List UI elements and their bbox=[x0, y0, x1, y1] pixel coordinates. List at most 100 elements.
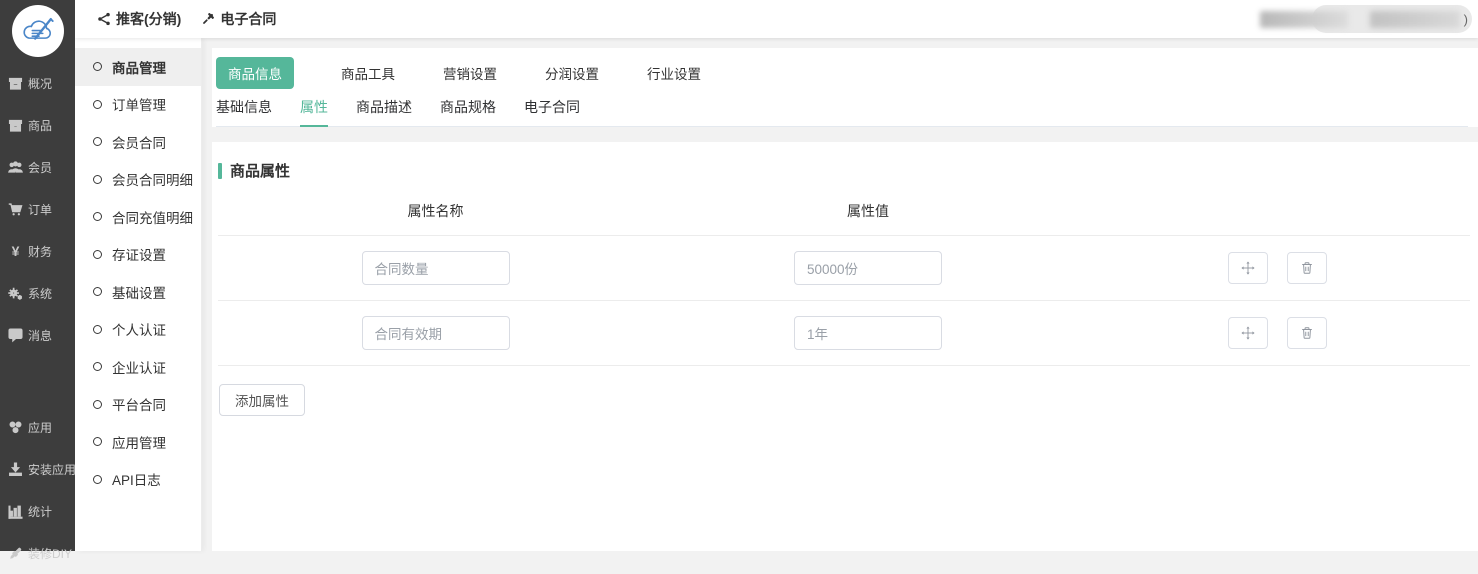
submenu-item-member-contract[interactable]: 会员合同 bbox=[75, 123, 201, 161]
sidebar-item-label: 概况 bbox=[28, 75, 52, 92]
add-attribute-button[interactable]: 添加属性 bbox=[219, 384, 305, 416]
attr-name-input[interactable] bbox=[362, 316, 510, 350]
attr-value-input[interactable] bbox=[794, 251, 942, 285]
gavel-icon bbox=[201, 12, 215, 26]
tab-goods-info[interactable]: 商品信息 bbox=[216, 57, 294, 89]
orders-icon bbox=[8, 202, 23, 217]
submenu-item-api-log[interactable]: API日志 bbox=[75, 461, 201, 499]
circle-bullet-icon bbox=[93, 400, 102, 409]
submenu-item-contract-recharge-detail[interactable]: 合同充值明细 bbox=[75, 198, 201, 236]
move-row-button[interactable] bbox=[1228, 317, 1268, 349]
delete-row-button[interactable] bbox=[1287, 317, 1327, 349]
sidebar-item-messages[interactable]: 消息 bbox=[0, 314, 75, 356]
submenu-item-label: 合同充值明细 bbox=[112, 207, 193, 227]
circle-bullet-icon bbox=[93, 475, 102, 484]
members-icon bbox=[8, 160, 23, 175]
redacted-user-text bbox=[1260, 11, 1348, 28]
submenu-item-enterprise-auth[interactable]: 企业认证 bbox=[75, 348, 201, 386]
message-icon bbox=[8, 328, 23, 343]
submenu-item-label: 应用管理 bbox=[112, 432, 166, 452]
submenu-item-basic-settings[interactable]: 基础设置 bbox=[75, 273, 201, 311]
submenu-item-platform-contract[interactable]: 平台合同 bbox=[75, 386, 201, 424]
submenu-item-personal-auth[interactable]: 个人认证 bbox=[75, 311, 201, 349]
sidebar-item-label: 安装应用 bbox=[28, 461, 76, 478]
topnav-tab-distribution[interactable]: 推客(分销) bbox=[97, 9, 181, 29]
user-account-area[interactable]: ) bbox=[1260, 4, 1468, 34]
sidebar-item-finance[interactable]: ¥ 财务 bbox=[0, 230, 75, 272]
sidebar-item-diy[interactable]: 装修DIY bbox=[0, 532, 75, 574]
submenu-item-label: API日志 bbox=[112, 469, 161, 489]
tab-profit-settings[interactable]: 分润设置 bbox=[544, 63, 600, 83]
redacted-user-text bbox=[1370, 11, 1460, 28]
sidebar-item-statistics[interactable]: 统计 bbox=[0, 490, 75, 532]
sidebar-item-label: 订单 bbox=[28, 201, 52, 218]
submenu-item-order-manage[interactable]: 订单管理 bbox=[75, 86, 201, 124]
tab-goods-tools[interactable]: 商品工具 bbox=[340, 63, 396, 83]
move-row-button[interactable] bbox=[1228, 252, 1268, 284]
circle-bullet-icon bbox=[93, 137, 102, 146]
system-icon bbox=[8, 286, 23, 301]
sidebar-item-orders[interactable]: 订单 bbox=[0, 188, 75, 230]
subtab-attributes[interactable]: 属性 bbox=[300, 97, 328, 127]
subtab-goods-spec[interactable]: 商品规格 bbox=[440, 97, 496, 127]
attr-table-row bbox=[218, 236, 1470, 301]
subtab-econtract[interactable]: 电子合同 bbox=[524, 97, 580, 127]
circle-bullet-icon bbox=[93, 325, 102, 334]
circle-bullet-icon bbox=[93, 62, 102, 71]
circle-bullet-icon bbox=[93, 175, 102, 184]
topbar: 推客(分销) 电子合同 ) bbox=[75, 0, 1478, 38]
attr-name-input[interactable] bbox=[362, 251, 510, 285]
sidebar-item-label: 应用 bbox=[28, 419, 52, 436]
section-accent-bar bbox=[218, 163, 222, 179]
install-icon bbox=[8, 462, 23, 477]
circle-bullet-icon bbox=[93, 437, 102, 446]
section-title: 商品属性 bbox=[218, 160, 1470, 181]
cloud-pen-logo-icon bbox=[19, 12, 57, 50]
circle-bullet-icon bbox=[93, 212, 102, 221]
topbar-nav: 推客(分销) 电子合同 bbox=[75, 9, 276, 29]
submenu-item-label: 存证设置 bbox=[112, 244, 166, 264]
sidebar-item-goods[interactable]: 商品 bbox=[0, 104, 75, 146]
main-tabs: 商品信息 商品工具 营销设置 分润设置 行业设置 bbox=[216, 57, 1468, 89]
sidebar-item-label: 统计 bbox=[28, 503, 52, 520]
sidebar-item-system[interactable]: 系统 bbox=[0, 272, 75, 314]
section-title-text: 商品属性 bbox=[230, 160, 290, 181]
tab-marketing-settings[interactable]: 营销设置 bbox=[442, 63, 498, 83]
subtab-goods-description[interactable]: 商品描述 bbox=[356, 97, 412, 127]
submenu-item-label: 订单管理 bbox=[112, 94, 166, 114]
app-logo[interactable] bbox=[0, 0, 75, 62]
attr-value-input[interactable] bbox=[794, 316, 942, 350]
topnav-tab-label: 电子合同 bbox=[220, 9, 276, 29]
submenu-item-goods-manage[interactable]: 商品管理 bbox=[75, 48, 201, 86]
circle-bullet-icon bbox=[93, 100, 102, 109]
attributes-card: 商品属性 属性名称 属性值 bbox=[212, 142, 1478, 551]
sidebar-item-label: 商品 bbox=[28, 117, 52, 134]
primary-sidebar: 概况 商品 会员 订单 ¥ 财务 系统 消息 应用 安装应用 统计 装修DIY bbox=[0, 0, 75, 551]
finance-icon: ¥ bbox=[8, 244, 23, 259]
sidebar-item-label: 会员 bbox=[28, 159, 52, 176]
main-content: 商品信息 商品工具 营销设置 分润设置 行业设置 基础信息 属性 商品描述 商品… bbox=[202, 38, 1478, 551]
sidebar-item-label: 系统 bbox=[28, 285, 52, 302]
logo-circle bbox=[12, 5, 64, 57]
submenu-item-evidence-settings[interactable]: 存证设置 bbox=[75, 236, 201, 274]
sidebar-item-apps[interactable]: 应用 bbox=[0, 406, 75, 448]
trash-icon bbox=[1300, 326, 1314, 340]
overview-icon bbox=[8, 76, 23, 91]
submenu-item-label: 商品管理 bbox=[112, 57, 166, 77]
sidebar-item-overview[interactable]: 概况 bbox=[0, 62, 75, 104]
topnav-tab-econtract[interactable]: 电子合同 bbox=[201, 9, 276, 29]
submenu-item-app-manage[interactable]: 应用管理 bbox=[75, 423, 201, 461]
sidebar-item-members[interactable]: 会员 bbox=[0, 146, 75, 188]
topnav-tab-label: 推客(分销) bbox=[116, 9, 181, 29]
sidebar-item-label: 消息 bbox=[28, 327, 52, 344]
delete-row-button[interactable] bbox=[1287, 252, 1327, 284]
submenu-item-label: 个人认证 bbox=[112, 319, 166, 339]
move-icon bbox=[1241, 326, 1255, 340]
submenu-item-member-contract-detail[interactable]: 会员合同明细 bbox=[75, 161, 201, 199]
attr-value-header: 属性值 bbox=[847, 201, 889, 221]
subtab-basic-info[interactable]: 基础信息 bbox=[216, 97, 272, 127]
stats-icon bbox=[8, 504, 23, 519]
sidebar-item-install-apps[interactable]: 安装应用 bbox=[0, 448, 75, 490]
sub-tabs: 基础信息 属性 商品描述 商品规格 电子合同 bbox=[216, 97, 1468, 127]
tab-industry-settings[interactable]: 行业设置 bbox=[646, 63, 702, 83]
